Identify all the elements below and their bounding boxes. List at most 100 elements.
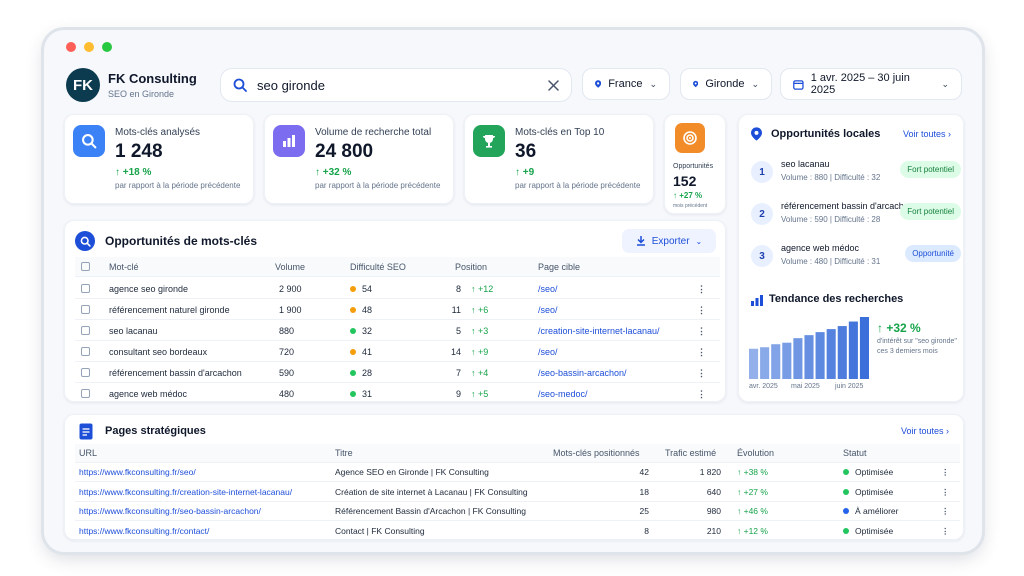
date-range-select[interactable]: 1 avr. 2025 – 30 juin 2025 ⌄ — [780, 68, 962, 100]
local-opportunities-card: Opportunités locales Voir toutes › 1 seo… — [738, 114, 964, 402]
position-change: ↑ +4 — [471, 368, 489, 378]
calendar-icon — [793, 79, 804, 90]
table-row[interactable]: référencement naturel gironde 1 900 48 1… — [75, 300, 720, 320]
evolution-cell: ↑ +38 % — [737, 467, 768, 477]
local-see-all-link[interactable]: Voir toutes › — [903, 129, 951, 139]
column-header-target-page[interactable]: Page cible — [538, 262, 580, 272]
search-icon — [75, 231, 95, 251]
row-checkbox[interactable] — [81, 368, 90, 377]
traffic-cell: 210 — [706, 525, 721, 536]
clear-search-icon[interactable] — [548, 79, 559, 91]
row-menu-icon[interactable]: ⋮ — [697, 284, 706, 295]
table-row[interactable]: agence web médoc 480 31 9 ↑ +5 /seo-medo… — [75, 384, 720, 404]
column-header-evolution[interactable]: Évolution — [737, 448, 774, 458]
chevron-down-icon: ⌄ — [941, 78, 949, 89]
difficulty-cell: 28 — [350, 368, 372, 378]
export-button[interactable]: Exporter ⌄ — [622, 229, 716, 253]
search-value: seo gironde — [257, 77, 325, 93]
position-change: ↑ +5 — [471, 389, 489, 399]
page-title-cell: Référencement Bassin d'Arcachon | FK Con… — [335, 506, 526, 516]
column-header-title[interactable]: Titre — [335, 448, 353, 458]
row-menu-icon[interactable]: ⋮ — [697, 305, 706, 316]
table-row[interactable]: référencement bassin d'arcachon 590 28 7… — [75, 363, 720, 383]
column-header-keywords[interactable]: Mots-clés positionnés — [553, 448, 640, 458]
row-menu-icon[interactable]: ⋮ — [941, 487, 950, 498]
trend-x-label: mai 2025 — [791, 383, 820, 390]
local-opportunity-item[interactable]: 3 agence web médoc Volume : 480 | Diffic… — [749, 239, 961, 277]
difficulty-cell: 54 — [350, 284, 372, 294]
table-row[interactable]: consultant seo bordeaux 720 41 14 ↑ +9 /… — [75, 342, 720, 362]
column-header-volume[interactable]: Volume — [275, 262, 305, 272]
table-row[interactable]: https://www.fkconsulting.fr/seo/ Agence … — [75, 463, 960, 482]
trend-bar — [749, 348, 759, 379]
search-input[interactable]: seo gironde — [220, 68, 572, 102]
page-url-link[interactable]: https://www.fkconsulting.fr/contact/ — [79, 526, 209, 536]
target-icon — [675, 123, 705, 153]
trend-bar — [771, 344, 781, 379]
keyword-cell: référencement naturel gironde — [109, 305, 230, 315]
difficulty-cell: 48 — [350, 305, 372, 315]
page-url-link[interactable]: https://www.fkconsulting.fr/seo/ — [79, 467, 196, 477]
local-opportunity-item[interactable]: 1 seo lacanau Volume : 880 | Difficulté … — [749, 155, 961, 193]
local-opportunity-item[interactable]: 2 référencement bassin d'arcachon Volume… — [749, 197, 961, 235]
row-checkbox[interactable] — [81, 326, 90, 335]
country-value: France — [608, 78, 643, 90]
row-menu-icon[interactable]: ⋮ — [941, 506, 950, 517]
row-menu-icon[interactable]: ⋮ — [697, 326, 706, 337]
row-checkbox[interactable] — [81, 305, 90, 314]
table-row[interactable]: seo lacanau 880 32 5 ↑ +3 /creation-site… — [75, 321, 720, 341]
position-change: ↑ +9 — [471, 347, 489, 357]
chevron-down-icon: ⌄ — [695, 236, 703, 246]
column-header-status[interactable]: Statut — [843, 448, 867, 458]
page-url-link[interactable]: https://www.fkconsulting.fr/creation-sit… — [79, 487, 292, 497]
kpi-delta: ↑ +27 % — [673, 191, 703, 200]
status-cell: À améliorer — [843, 506, 898, 516]
bar-chart-icon — [751, 295, 763, 306]
column-header-keyword[interactable]: Mot-clé — [109, 262, 139, 272]
export-label: Exporter — [651, 235, 690, 247]
row-menu-icon[interactable]: ⋮ — [697, 368, 706, 379]
row-checkbox[interactable] — [81, 284, 90, 293]
column-header-traffic[interactable]: Trafic estimé — [665, 448, 716, 458]
target-page-link[interactable]: /seo/ — [538, 284, 558, 294]
column-header-position[interactable]: Position — [455, 262, 487, 272]
target-page-link[interactable]: /seo/ — [538, 305, 558, 315]
keywords-section-title: Opportunités de mots-clés — [105, 234, 258, 248]
row-menu-icon[interactable]: ⋮ — [941, 526, 950, 537]
region-value: Gironde — [705, 78, 745, 90]
table-row[interactable]: https://www.fkconsulting.fr/creation-sit… — [75, 483, 960, 502]
position-cell: 11 — [451, 305, 461, 315]
trend-x-label: juin 2025 — [835, 383, 864, 390]
rank-badge: 1 — [751, 161, 773, 183]
maximize-window-dot[interactable] — [102, 42, 112, 52]
evolution-cell: ↑ +12 % — [737, 525, 768, 536]
app-window: FK FK Consulting SEO en Gironde seo giro… — [44, 30, 982, 552]
opportunity-keyword: seo lacanau — [781, 159, 830, 169]
country-select[interactable]: France ⌄ — [582, 68, 670, 100]
row-menu-icon[interactable]: ⋮ — [697, 347, 706, 358]
target-page-link[interactable]: /seo-medoc/ — [538, 389, 588, 399]
row-menu-icon[interactable]: ⋮ — [941, 467, 950, 478]
trend-bar — [826, 329, 836, 379]
table-row[interactable]: https://www.fkconsulting.fr/contact/ Con… — [75, 522, 960, 541]
column-header-url[interactable]: URL — [79, 448, 97, 458]
evolution-cell: ↑ +27 % — [737, 486, 768, 497]
table-row[interactable]: https://www.fkconsulting.fr/seo-bassin-a… — [75, 502, 960, 521]
target-page-link[interactable]: /seo/ — [538, 347, 558, 357]
row-checkbox[interactable] — [81, 347, 90, 356]
target-page-link[interactable]: /creation-site-internet-lacanau/ — [538, 326, 660, 336]
region-select[interactable]: Gironde ⌄ — [680, 68, 772, 100]
rank-badge: 2 — [751, 203, 773, 225]
target-page-link[interactable]: /seo-bassin-arcachon/ — [538, 368, 627, 378]
column-header-difficulty[interactable]: Difficulté SEO — [350, 262, 406, 272]
row-checkbox[interactable] — [81, 389, 90, 398]
close-window-dot[interactable] — [66, 42, 76, 52]
select-all-checkbox[interactable] — [81, 262, 90, 271]
minimize-window-dot[interactable] — [84, 42, 94, 52]
row-menu-icon[interactable]: ⋮ — [697, 389, 706, 400]
difficulty-value: 32 — [362, 326, 373, 336]
pages-see-all-link[interactable]: Voir toutes › — [901, 426, 949, 436]
chevron-right-icon: › — [946, 426, 950, 436]
page-url-link[interactable]: https://www.fkconsulting.fr/seo-bassin-a… — [79, 506, 261, 516]
table-row[interactable]: agence seo gironde 2 900 54 8 ↑ +12 /seo… — [75, 279, 720, 299]
